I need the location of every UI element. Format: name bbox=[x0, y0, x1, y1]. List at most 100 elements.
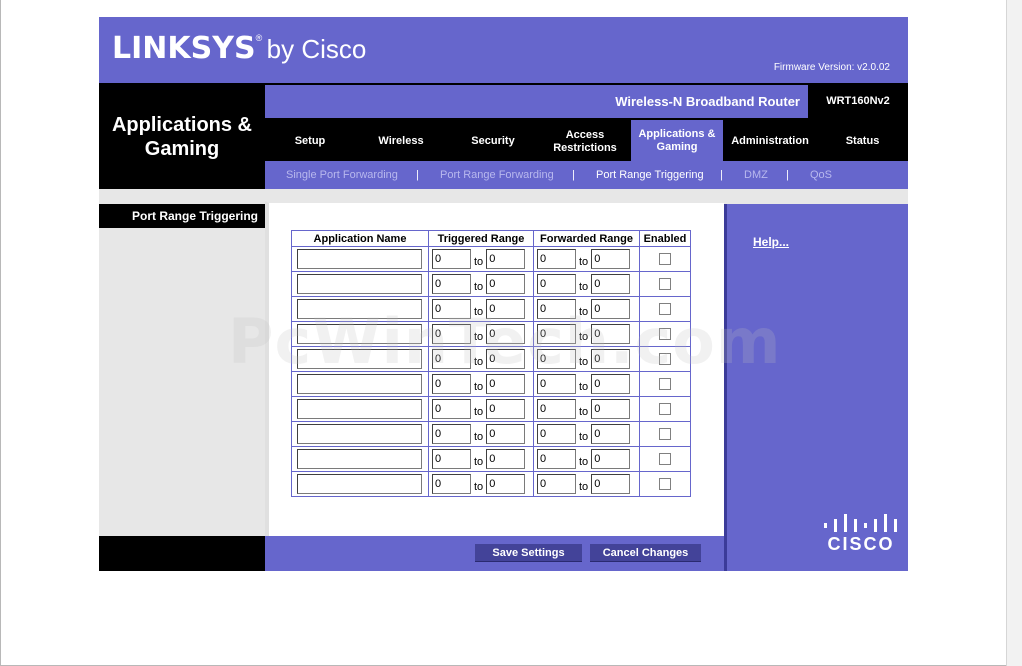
to-label: to bbox=[579, 356, 589, 368]
cell-enabled bbox=[639, 421, 691, 447]
cancel-changes-button[interactable]: Cancel Changes bbox=[590, 544, 701, 562]
enabled-checkbox[interactable] bbox=[659, 428, 671, 440]
enabled-checkbox[interactable] bbox=[659, 353, 671, 365]
cell-triggered-range: to bbox=[428, 371, 534, 397]
subtab-port-range-triggering[interactable]: Port Range Triggering bbox=[596, 169, 704, 181]
header-triggered-range: Triggered Range bbox=[428, 230, 534, 247]
triggered-end-input[interactable] bbox=[486, 249, 526, 269]
forwarded-end-input[interactable] bbox=[591, 374, 631, 394]
triggered-end-input[interactable] bbox=[486, 299, 526, 319]
triggered-end-input[interactable] bbox=[486, 274, 526, 294]
triggered-end-input[interactable] bbox=[486, 374, 526, 394]
tab-applications-gaming[interactable]: Applications & Gaming bbox=[631, 120, 723, 161]
enabled-checkbox[interactable] bbox=[659, 253, 671, 265]
table-row: to to bbox=[291, 471, 691, 497]
enabled-checkbox[interactable] bbox=[659, 478, 671, 490]
vertical-scrollbar[interactable] bbox=[1006, 0, 1022, 666]
forwarded-end-input[interactable] bbox=[591, 249, 631, 269]
table-body: to to to to to to to to to to to to to to to to to to to to bbox=[291, 246, 691, 497]
application-name-input[interactable] bbox=[297, 249, 422, 269]
forwarded-start-input[interactable] bbox=[537, 424, 576, 444]
cell-enabled bbox=[639, 446, 691, 472]
triggered-start-input[interactable] bbox=[432, 399, 471, 419]
cell-enabled bbox=[639, 321, 691, 347]
forwarded-start-input[interactable] bbox=[537, 449, 576, 469]
tab-access-restrictions[interactable]: Access Restrictions bbox=[539, 122, 631, 161]
triggered-end-input[interactable] bbox=[486, 399, 526, 419]
triggered-start-input[interactable] bbox=[432, 249, 471, 269]
table-row: to to bbox=[291, 446, 691, 472]
to-label: to bbox=[474, 356, 484, 368]
subtab-single-port-forwarding[interactable]: Single Port Forwarding bbox=[286, 169, 398, 181]
forwarded-start-input[interactable] bbox=[537, 474, 576, 494]
to-label: to bbox=[474, 481, 484, 493]
subtab-dmz[interactable]: DMZ bbox=[744, 169, 768, 181]
forwarded-end-input[interactable] bbox=[591, 349, 631, 369]
subtab-port-range-forwarding[interactable]: Port Range Forwarding bbox=[440, 169, 554, 181]
forwarded-end-input[interactable] bbox=[591, 424, 631, 444]
cell-application-name bbox=[291, 446, 429, 472]
forwarded-start-input[interactable] bbox=[537, 374, 576, 394]
tab-status[interactable]: Status bbox=[817, 122, 908, 161]
application-name-input[interactable] bbox=[297, 424, 422, 444]
help-link[interactable]: Help... bbox=[753, 235, 789, 249]
cell-enabled bbox=[639, 296, 691, 322]
forwarded-start-input[interactable] bbox=[537, 349, 576, 369]
application-name-input[interactable] bbox=[297, 299, 422, 319]
enabled-checkbox[interactable] bbox=[659, 278, 671, 290]
forwarded-end-input[interactable] bbox=[591, 449, 631, 469]
triggered-start-input[interactable] bbox=[432, 274, 471, 294]
table-row: to to bbox=[291, 246, 691, 272]
brand-suffix: by Cisco bbox=[266, 34, 367, 64]
model-number: WRT160Nv2 bbox=[826, 95, 890, 107]
triggered-end-input[interactable] bbox=[486, 474, 526, 494]
triggered-start-input[interactable] bbox=[432, 474, 471, 494]
application-name-input[interactable] bbox=[297, 349, 422, 369]
save-settings-button[interactable]: Save Settings bbox=[475, 544, 582, 562]
application-name-input[interactable] bbox=[297, 324, 422, 344]
tab-setup[interactable]: Setup bbox=[265, 122, 355, 161]
table-row: to to bbox=[291, 396, 691, 422]
enabled-checkbox[interactable] bbox=[659, 303, 671, 315]
triggered-end-input[interactable] bbox=[486, 424, 526, 444]
triggered-end-input[interactable] bbox=[486, 449, 526, 469]
cell-forwarded-range: to bbox=[533, 371, 640, 397]
forwarded-end-input[interactable] bbox=[591, 399, 631, 419]
triggered-start-input[interactable] bbox=[432, 299, 471, 319]
to-label: to bbox=[474, 331, 484, 343]
tab-administration[interactable]: Administration bbox=[723, 122, 817, 161]
application-name-input[interactable] bbox=[297, 399, 422, 419]
triggered-end-input[interactable] bbox=[486, 349, 526, 369]
forwarded-end-input[interactable] bbox=[591, 324, 631, 344]
enabled-checkbox[interactable] bbox=[659, 378, 671, 390]
application-name-input[interactable] bbox=[297, 449, 422, 469]
tab-wireless[interactable]: Wireless bbox=[355, 122, 447, 161]
browser-frame-left bbox=[0, 0, 1, 666]
product-bar: Wireless-N Broadband Router bbox=[265, 85, 808, 118]
triggered-start-input[interactable] bbox=[432, 374, 471, 394]
triggered-start-input[interactable] bbox=[432, 349, 471, 369]
application-name-input[interactable] bbox=[297, 274, 422, 294]
forwarded-start-input[interactable] bbox=[537, 399, 576, 419]
tab-security[interactable]: Security bbox=[447, 122, 539, 161]
triggered-end-input[interactable] bbox=[486, 324, 526, 344]
cell-triggered-range: to bbox=[428, 296, 534, 322]
forwarded-end-input[interactable] bbox=[591, 299, 631, 319]
triggered-start-input[interactable] bbox=[432, 324, 471, 344]
forwarded-start-input[interactable] bbox=[537, 274, 576, 294]
cell-enabled bbox=[639, 246, 691, 272]
forwarded-start-input[interactable] bbox=[537, 324, 576, 344]
forwarded-start-input[interactable] bbox=[537, 249, 576, 269]
triggered-start-input[interactable] bbox=[432, 424, 471, 444]
triggered-start-input[interactable] bbox=[432, 449, 471, 469]
application-name-input[interactable] bbox=[297, 474, 422, 494]
to-label: to bbox=[579, 306, 589, 318]
forwarded-end-input[interactable] bbox=[591, 274, 631, 294]
enabled-checkbox[interactable] bbox=[659, 328, 671, 340]
enabled-checkbox[interactable] bbox=[659, 403, 671, 415]
enabled-checkbox[interactable] bbox=[659, 453, 671, 465]
forwarded-start-input[interactable] bbox=[537, 299, 576, 319]
forwarded-end-input[interactable] bbox=[591, 474, 631, 494]
application-name-input[interactable] bbox=[297, 374, 422, 394]
subtab-qos[interactable]: QoS bbox=[810, 169, 832, 181]
